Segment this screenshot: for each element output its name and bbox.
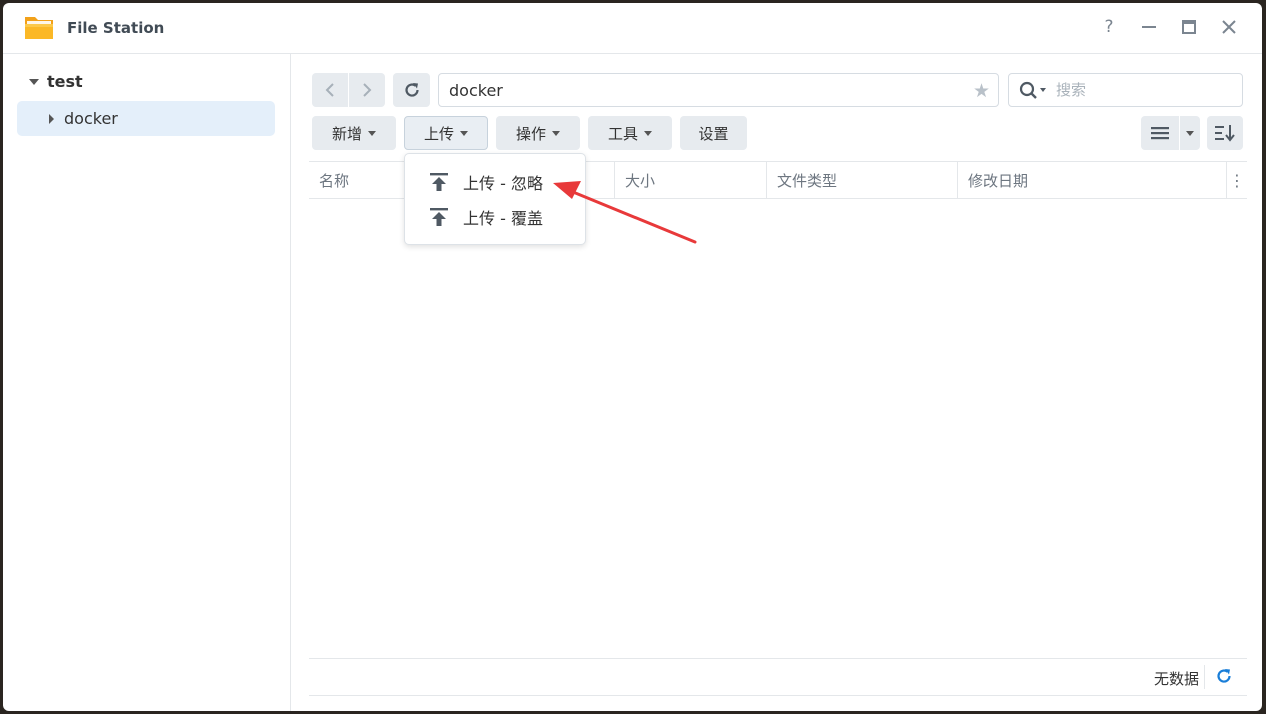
star-icon[interactable]: ★ bbox=[973, 80, 990, 102]
back-button[interactable] bbox=[312, 73, 348, 107]
help-button[interactable]: ? bbox=[1098, 16, 1120, 38]
column-type[interactable]: 文件类型 bbox=[766, 162, 957, 198]
list-view-icon bbox=[1151, 127, 1169, 140]
action-button[interactable]: 操作 bbox=[496, 116, 580, 150]
settings-label: 设置 bbox=[698, 124, 729, 143]
upload-button[interactable]: 上传 bbox=[404, 116, 488, 150]
minimize-icon bbox=[1142, 26, 1156, 28]
search-icon bbox=[1019, 81, 1046, 99]
list-view-button[interactable] bbox=[1141, 116, 1179, 150]
column-modified[interactable]: 修改日期 bbox=[957, 162, 1227, 198]
upload-label: 上传 bbox=[423, 124, 454, 143]
sort-button[interactable] bbox=[1207, 116, 1243, 150]
action-label: 操作 bbox=[515, 124, 546, 143]
create-button[interactable]: 新增 bbox=[312, 116, 396, 150]
tools-button[interactable]: 工具 bbox=[588, 116, 672, 150]
path-text: docker bbox=[449, 80, 503, 100]
view-dropdown-button[interactable] bbox=[1180, 116, 1200, 150]
tree-root-label: test bbox=[47, 72, 83, 91]
caret-right-icon[interactable] bbox=[49, 113, 54, 124]
chevron-right-icon bbox=[363, 83, 372, 97]
caret-down-icon[interactable] bbox=[29, 78, 39, 85]
search-input[interactable] bbox=[1056, 79, 1226, 101]
file-station-window: File Station ? test docker docker ★ 搜索 新… bbox=[3, 3, 1262, 711]
settings-button[interactable]: 设置 bbox=[680, 116, 747, 150]
menu-item-upload-skip[interactable]: 上传 - 忽略 bbox=[405, 164, 585, 199]
folder-tree-sidebar: test docker bbox=[3, 54, 291, 711]
maximize-icon bbox=[1182, 20, 1196, 34]
no-data-text: 无数据 bbox=[1153, 670, 1199, 688]
path-field[interactable]: docker ★ bbox=[438, 73, 999, 107]
column-size[interactable]: 大小 bbox=[614, 162, 766, 198]
dropdown-arrow-icon bbox=[460, 130, 468, 136]
chevron-left-icon bbox=[325, 83, 334, 97]
close-icon bbox=[1222, 20, 1236, 34]
tree-item-docker[interactable]: docker bbox=[17, 101, 275, 136]
footer-divider bbox=[1204, 665, 1205, 689]
title-bar: File Station ? bbox=[3, 3, 1262, 54]
tree-root-test[interactable]: test bbox=[29, 72, 83, 91]
footer-refresh-button[interactable] bbox=[1215, 667, 1233, 689]
upload-icon bbox=[430, 172, 448, 191]
column-menu-icon[interactable]: ⋮ bbox=[1226, 162, 1247, 198]
dropdown-arrow-icon bbox=[552, 130, 560, 136]
refresh-button[interactable] bbox=[393, 73, 430, 107]
close-button[interactable] bbox=[1218, 16, 1240, 38]
tools-label: 工具 bbox=[607, 124, 638, 143]
status-footer: 无数据 bbox=[309, 658, 1247, 696]
refresh-icon bbox=[404, 83, 419, 97]
tree-item-label: docker bbox=[64, 109, 118, 128]
refresh-icon bbox=[1217, 669, 1231, 683]
create-label: 新增 bbox=[331, 124, 362, 143]
folder-app-icon bbox=[24, 12, 54, 42]
forward-button[interactable] bbox=[349, 73, 385, 107]
dropdown-arrow-icon bbox=[644, 130, 652, 136]
upload-icon bbox=[430, 207, 448, 226]
dropdown-arrow-icon bbox=[1186, 130, 1194, 136]
maximize-button[interactable] bbox=[1178, 16, 1200, 38]
menu-item-upload-overwrite[interactable]: 上传 - 覆盖 bbox=[405, 199, 585, 234]
upload-dropdown-menu: 上传 - 忽略 上传 - 覆盖 bbox=[404, 153, 586, 245]
search-box[interactable] bbox=[1008, 73, 1243, 107]
dropdown-arrow-icon bbox=[368, 130, 376, 136]
sort-icon bbox=[1215, 125, 1235, 142]
minimize-button[interactable] bbox=[1138, 16, 1160, 38]
menu-item-label: 上传 - 忽略 bbox=[463, 173, 543, 193]
app-title: File Station bbox=[67, 19, 165, 37]
menu-item-label: 上传 - 覆盖 bbox=[463, 208, 543, 228]
